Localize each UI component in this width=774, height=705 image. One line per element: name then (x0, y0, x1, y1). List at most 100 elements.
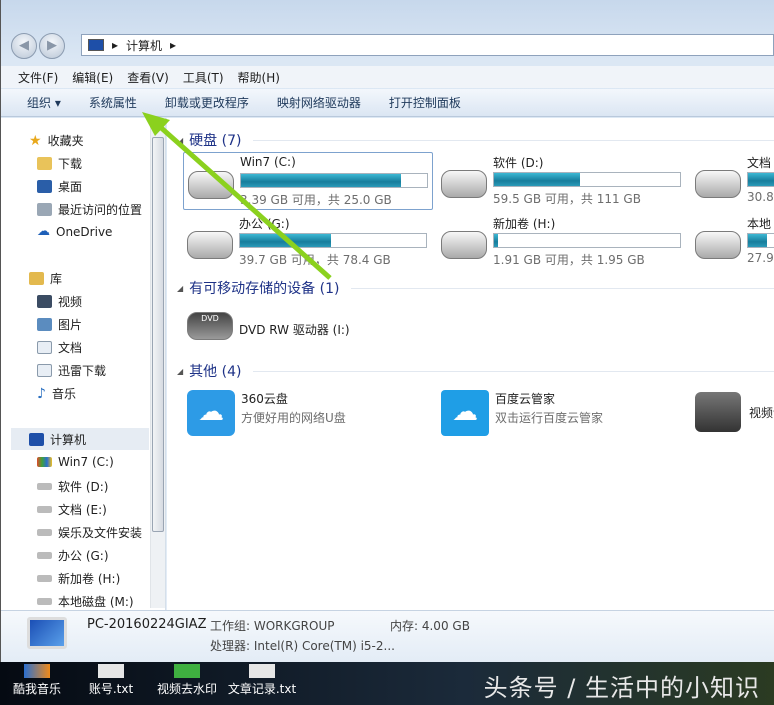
nav-videos[interactable]: 视频 (37, 293, 82, 310)
item-360-cloud[interactable]: ☁ 360云盘 方便好用的网络U盘 (185, 388, 435, 446)
group-hard-disks[interactable]: ◢ 硬盘 (7) (177, 130, 774, 150)
navigation-scrollbar[interactable] (150, 120, 165, 608)
back-button[interactable]: ◀ (11, 33, 37, 59)
drive-space-info: 59.5 GB 可用，共 111 GB (493, 192, 641, 206)
explorer-window: ◀ ▶ ▸ 计算机 ▸ 文件(F) 编辑(E) 查看(V) 工具(T) 帮助(H… (0, 0, 774, 662)
cloud-icon: ☁ (37, 224, 50, 239)
collapse-icon[interactable]: ◢ (177, 367, 183, 376)
nav-pictures[interactable]: 图片 (37, 316, 82, 333)
drive-usage-fill (494, 234, 498, 247)
drive-item[interactable]: 办公 (G:) 39.7 GB 可用，共 78.4 GB (183, 213, 433, 271)
drive-name: 办公 (G:) (239, 217, 290, 231)
workgroup: 工作组: WORKGROUP (210, 619, 335, 633)
kuwo-icon (24, 664, 50, 678)
drive-usage-fill (748, 173, 774, 186)
nav-drive-d[interactable]: 软件 (D:) (37, 478, 108, 495)
system-properties-button[interactable]: 系统属性 (89, 94, 137, 111)
drive-icon (695, 170, 741, 198)
drive-name: 新加卷 (H:) (493, 217, 556, 231)
menu-tools[interactable]: 工具(T) (183, 69, 224, 86)
nav-recent[interactable]: 最近访问的位置 (37, 201, 142, 218)
drive-name: Win7 (C:) (240, 155, 296, 169)
drive-item[interactable]: 本地 27.9 (691, 213, 774, 271)
drive-icon (187, 231, 233, 259)
open-control-panel-button[interactable]: 打开控制面板 (389, 94, 461, 111)
menu-view[interactable]: 查看(V) (127, 69, 169, 86)
nav-desktop[interactable]: 桌面 (37, 178, 82, 195)
nav-onedrive[interactable]: ☁ OneDrive (37, 224, 112, 239)
drive-name: 软件 (D:) (493, 156, 544, 170)
computer-icon (88, 39, 104, 51)
forward-button[interactable]: ▶ (39, 33, 65, 59)
drive-usage-bar (493, 233, 681, 248)
command-bar: 组织 ▾ 系统属性 卸载或更改程序 映射网络驱动器 打开控制面板 (1, 89, 774, 117)
menu-help[interactable]: 帮助(H) (238, 69, 280, 86)
desktop-icon-video-watermark[interactable]: 视频去水印 (152, 664, 222, 697)
library-icon (29, 272, 44, 285)
nav-drive-f[interactable]: 娱乐及文件安装 (37, 524, 142, 541)
drive-usage-fill (241, 174, 401, 187)
details-pane: PC-20160224GIAZ 工作组: WORKGROUP 内存: 4.00 … (1, 610, 774, 662)
drive-name: 文档 (747, 156, 772, 170)
drive-usage-bar (493, 172, 681, 187)
nav-downloads[interactable]: 下载 (37, 155, 82, 172)
drive-icon (441, 170, 487, 198)
map-network-drive-button[interactable]: 映射网络驱动器 (277, 94, 361, 111)
drive-space-info: 3.39 GB 可用，共 25.0 GB (240, 193, 392, 207)
group-removable[interactable]: ◢ 有可移动存储的设备 (1) (177, 278, 774, 298)
nav-drive-h[interactable]: 新加卷 (H:) (37, 570, 120, 587)
nav-drive-e[interactable]: 文档 (E:) (37, 501, 107, 518)
music-icon: ♪ (37, 385, 46, 402)
video-icon (37, 295, 52, 308)
text-file-icon (98, 664, 124, 678)
organize-button[interactable]: 组织 ▾ (27, 94, 61, 111)
menu-file[interactable]: 文件(F) (18, 69, 58, 86)
chevron-right-icon[interactable]: ▸ (170, 38, 176, 52)
scrollbar-thumb[interactable] (152, 137, 164, 532)
drive-usage-bar (239, 233, 427, 248)
drive-item[interactable]: 软件 (D:) 59.5 GB 可用，共 111 GB (437, 152, 687, 210)
drive-icon (695, 231, 741, 259)
dvd-drive[interactable]: DVD DVD RW 驱动器 (I:) (183, 298, 433, 356)
document-icon (37, 341, 52, 354)
drive-item[interactable]: 新加卷 (H:) 1.91 GB 可用，共 1.95 GB (437, 213, 687, 271)
drive-usage-fill (240, 234, 332, 247)
drive-space-info: 27.9 (747, 251, 774, 265)
item-baidu-cloud[interactable]: ☁ 百度云管家 双击运行百度云管家 (439, 388, 689, 446)
drive-item[interactable]: Win7 (C:) 3.39 GB 可用，共 25.0 GB (183, 152, 433, 210)
nav-drive-g[interactable]: 办公 (G:) (37, 547, 109, 564)
chevron-right-icon: ▸ (112, 38, 119, 52)
nav-thunder-downloads[interactable]: 迅雷下载 (37, 362, 106, 379)
drive-space-info: 1.91 GB 可用，共 1.95 GB (493, 253, 645, 267)
360-cloud-icon: ☁ (187, 390, 235, 436)
desktop: 酷我音乐 账号.txt 视频去水印 文章记录.txt 头条号 / 生活中的小知识 (0, 662, 774, 705)
desktop-icon-article-txt[interactable]: 文章记录.txt (226, 664, 298, 697)
address-bar[interactable]: ▸ 计算机 ▸ (81, 34, 774, 56)
drive-item[interactable]: 文档 30.8 (691, 152, 774, 210)
drive-space-info: 39.7 GB 可用，共 78.4 GB (239, 253, 391, 267)
recent-places-icon (37, 203, 52, 216)
drive-space-info: 30.8 (747, 190, 774, 204)
collapse-icon[interactable]: ◢ (177, 284, 183, 293)
nav-documents[interactable]: 文档 (37, 339, 82, 356)
breadcrumb-computer[interactable]: 计算机 (126, 37, 162, 54)
item-video-device[interactable]: 视频设 (693, 388, 774, 446)
nav-drive-c[interactable]: Win7 (C:) (37, 455, 114, 469)
menu-edit[interactable]: 编辑(E) (72, 69, 113, 86)
nav-music[interactable]: ♪ 音乐 (37, 385, 76, 402)
drive-icon (37, 529, 52, 536)
nav-computer[interactable]: 计算机 (11, 428, 149, 450)
collapse-icon[interactable]: ◢ (177, 136, 183, 145)
drive-usage-bar (747, 233, 774, 248)
group-other[interactable]: ◢ 其他 (4) (177, 361, 774, 381)
desktop-icon-account-txt[interactable]: 账号.txt (76, 664, 146, 697)
nav-drive-m[interactable]: 本地磁盘 (M:) (37, 593, 134, 610)
camera-icon (695, 392, 741, 432)
nav-libraries[interactable]: 库 (29, 270, 62, 287)
pc-name: PC-20160224GIAZ (87, 617, 207, 632)
uninstall-program-button[interactable]: 卸载或更改程序 (165, 94, 249, 111)
nav-favorites[interactable]: ★ 收藏夹 (29, 132, 84, 149)
desktop-icon-kuwo[interactable]: 酷我音乐 (2, 664, 72, 697)
baidu-cloud-icon: ☁ (441, 390, 489, 436)
computer-icon (27, 617, 67, 649)
